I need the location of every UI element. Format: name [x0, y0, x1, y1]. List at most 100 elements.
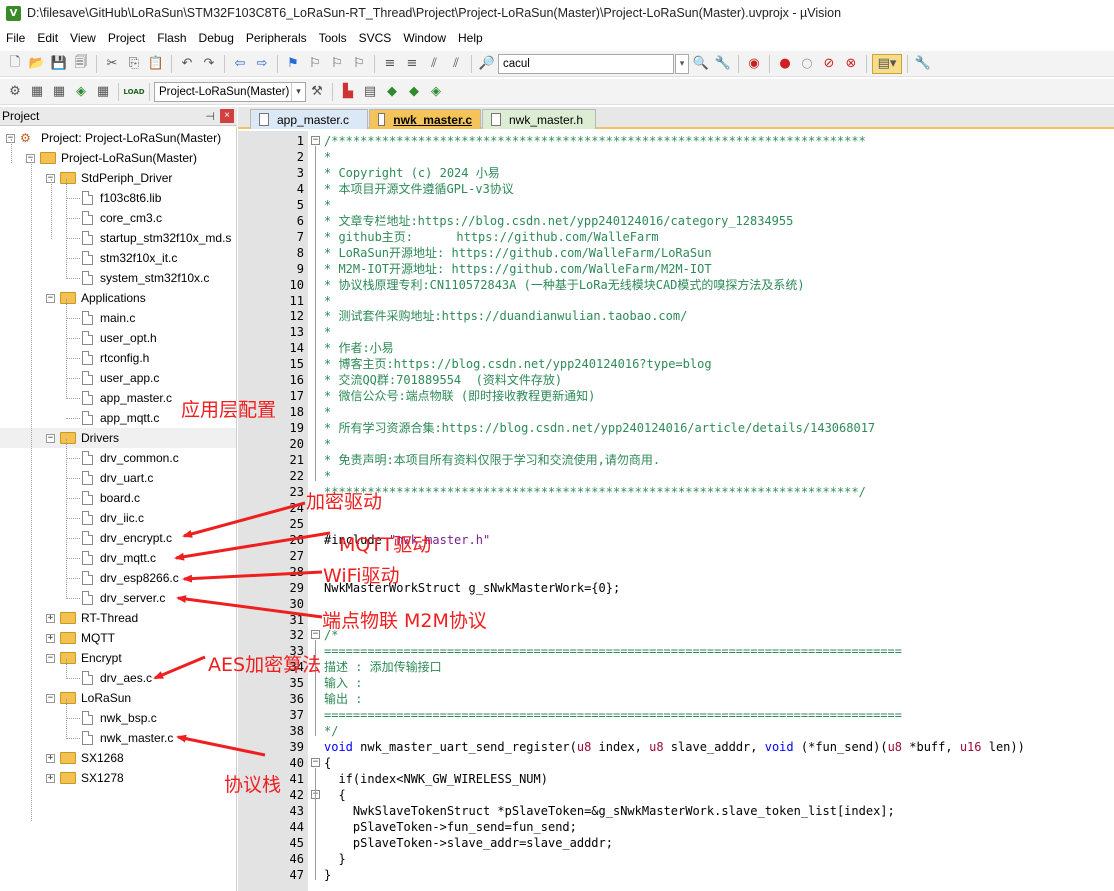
- code-line[interactable]: *: [324, 197, 331, 213]
- find-in-files-icon[interactable]: 🔎: [477, 54, 497, 74]
- expand-icon[interactable]: +: [46, 613, 55, 623]
- code-line[interactable]: void nwk_master_uart_send_register(u8 in…: [324, 739, 1025, 755]
- collapse-icon[interactable]: −: [46, 653, 55, 663]
- code-line[interactable]: * 本项目开源文件遵循GPL-v3协议: [324, 181, 514, 197]
- code-line[interactable]: 输入 :: [324, 675, 362, 691]
- code-line[interactable]: ========================================…: [324, 707, 902, 723]
- expand-icon[interactable]: +: [46, 633, 55, 643]
- comment-icon[interactable]: ⫽: [424, 54, 444, 74]
- tree-file-rtconfig-h[interactable]: rtconfig.h: [82, 348, 149, 368]
- tree-file-drv-esp8266-c[interactable]: drv_esp8266.c: [82, 568, 179, 588]
- code-line[interactable]: * 免责声明:本项目所有资料仅限于学习和交流使用,请勿商用.: [324, 452, 660, 468]
- menu-item-peripherals[interactable]: Peripherals: [240, 28, 313, 48]
- tree-file-nwk-bsp-c[interactable]: nwk_bsp.c: [82, 708, 157, 728]
- collapse-icon[interactable]: −: [46, 293, 55, 303]
- code-line[interactable]: * github主页: https://github.com/WalleFarm: [324, 229, 659, 245]
- code-line[interactable]: pSlaveToken->slave_addr=slave_adddr;: [324, 835, 613, 851]
- tree-node-encrypt[interactable]: − Encrypt: [46, 648, 122, 668]
- tree-file-drv-common-c[interactable]: drv_common.c: [82, 448, 179, 468]
- find-icon[interactable]: 🔍: [691, 54, 711, 74]
- tree-file-user-opt-h[interactable]: user_opt.h: [82, 328, 157, 348]
- fold-toggle-icon[interactable]: −: [311, 758, 320, 768]
- incremental-find-icon[interactable]: 🔧: [713, 54, 733, 74]
- new-file-icon[interactable]: 🗋: [5, 54, 25, 74]
- tree-node-rt-thread[interactable]: + RT-Thread: [46, 608, 138, 628]
- code-line[interactable]: if(index<NWK_GW_WIRELESS_NUM): [324, 771, 548, 787]
- enable-breakpoint-icon[interactable]: ○: [797, 54, 817, 74]
- bookmark-prev-icon[interactable]: ⚐: [305, 54, 325, 74]
- combo-dropdown-icon[interactable]: ▾: [675, 53, 689, 74]
- code-line[interactable]: * Copyright (c) 2024 小易: [324, 165, 500, 181]
- paste-icon[interactable]: 📋: [146, 54, 166, 74]
- menu-item-file[interactable]: File: [0, 28, 31, 48]
- undo-icon[interactable]: ↶: [177, 54, 197, 74]
- code-line[interactable]: *: [324, 293, 331, 309]
- code-line[interactable]: *: [324, 324, 331, 340]
- code-line[interactable]: * 作者:小易: [324, 340, 394, 356]
- uncomment-icon[interactable]: ⫽: [446, 54, 466, 74]
- translate-icon[interactable]: ⚙: [5, 82, 25, 102]
- code-line[interactable]: * 所有学习资源合集:https://blog.csdn.net/ypp2401…: [324, 420, 875, 436]
- configure-icon[interactable]: 🔧: [913, 54, 933, 74]
- tree-file-app-master-c[interactable]: app_master.c: [82, 388, 172, 408]
- code-line[interactable]: * 文章专栏地址:https://blog.csdn.net/ypp240124…: [324, 213, 793, 229]
- code-line[interactable]: 描述 : 添加传输接口: [324, 659, 442, 675]
- bookmark-toggle-icon[interactable]: ⚑: [283, 54, 303, 74]
- pack-installer-icon[interactable]: ◆: [404, 82, 424, 102]
- collapse-icon[interactable]: −: [46, 433, 55, 443]
- fold-toggle-icon[interactable]: −: [311, 136, 320, 145]
- select-packs-icon[interactable]: ◆: [382, 82, 402, 102]
- open-folder-icon[interactable]: 📂: [27, 54, 47, 74]
- pin-icon[interactable]: ⊣: [205, 110, 215, 123]
- build-icon[interactable]: ▦: [27, 82, 47, 102]
- tree-file-startup-stm32f10x-md-s[interactable]: startup_stm32f10x_md.s: [82, 228, 231, 248]
- code-line[interactable]: }: [324, 851, 345, 867]
- tree-node-project-project-lorasun-master[interactable]: − ⚙ Project: Project-LoRaSun(Master): [6, 128, 221, 148]
- redo-icon[interactable]: ↷: [199, 54, 219, 74]
- tree-file-app-mqtt-c[interactable]: app_mqtt.c: [82, 408, 159, 428]
- expand-icon[interactable]: +: [46, 773, 55, 783]
- code-line[interactable]: *: [324, 404, 331, 420]
- insert-breakpoint-icon[interactable]: ●: [775, 54, 795, 74]
- tree-node-project-lorasun-master[interactable]: − Project-LoRaSun(Master): [26, 148, 197, 168]
- tab-nwk-master-h[interactable]: nwk_master.h: [482, 109, 596, 129]
- rebuild-icon[interactable]: ▦: [49, 82, 69, 102]
- code-line[interactable]: * M2M-IOT开源地址: https://github.com/WalleF…: [324, 261, 712, 277]
- code-line[interactable]: *: [324, 436, 331, 452]
- menu-item-view[interactable]: View: [64, 28, 102, 48]
- tree-file-board-c[interactable]: board.c: [82, 488, 140, 508]
- debug-session-icon[interactable]: ◉: [744, 54, 764, 74]
- file-extensions-icon[interactable]: ▤: [360, 82, 380, 102]
- tree-file-drv-iic-c[interactable]: drv_iic.c: [82, 508, 144, 528]
- load-icon[interactable]: LOAD: [123, 82, 144, 102]
- code-line[interactable]: *: [324, 468, 331, 484]
- code-line[interactable]: * LoRaSun开源地址: https://github.com/WalleF…: [324, 245, 712, 261]
- find-combo[interactable]: cacul: [498, 53, 674, 74]
- tab-nwk-master-c[interactable]: nwk_master.c: [369, 109, 481, 129]
- save-all-icon[interactable]: 🗐: [71, 54, 91, 74]
- unindent-icon[interactable]: ≡: [402, 54, 422, 74]
- menu-item-debug[interactable]: Debug: [193, 28, 240, 48]
- manage-run-time-icon[interactable]: ◈: [426, 82, 446, 102]
- code-line[interactable]: * 交流QQ群:701889554 (资料文件存放): [324, 372, 562, 388]
- tree-file-drv-uart-c[interactable]: drv_uart.c: [82, 468, 153, 488]
- indent-icon[interactable]: ≡: [380, 54, 400, 74]
- collapse-icon[interactable]: −: [46, 693, 55, 703]
- copy-icon[interactable]: ⎘: [124, 54, 144, 74]
- fold-toggle-icon[interactable]: −: [311, 630, 320, 640]
- code-line[interactable]: NwkSlaveTokenStruct *pSlaveToken=&g_sNwk…: [324, 803, 895, 819]
- tree-file-system-stm32f10x-c[interactable]: system_stm32f10x.c: [82, 268, 209, 288]
- nav-forward-icon[interactable]: ⇨: [252, 54, 272, 74]
- tree-file-f103c8t6-lib[interactable]: f103c8t6.lib: [82, 188, 161, 208]
- tree-file-drv-server-c[interactable]: drv_server.c: [82, 588, 165, 608]
- kill-breakpoints-icon[interactable]: ⊗: [841, 54, 861, 74]
- close-icon[interactable]: ×: [220, 109, 234, 123]
- menu-item-project[interactable]: Project: [102, 28, 151, 48]
- menu-item-svcs[interactable]: SVCS: [353, 28, 398, 48]
- code-line[interactable]: * 博客主页:https://blog.csdn.net/ypp24012401…: [324, 356, 712, 372]
- tree-file-stm32f10x-it-c[interactable]: stm32f10x_it.c: [82, 248, 177, 268]
- tree-node-stdperiph-driver[interactable]: − StdPeriph_Driver: [46, 168, 172, 188]
- target-options-icon[interactable]: ⚒: [307, 82, 327, 102]
- target-combo[interactable]: Project-LoRaSun(Master) ▾: [154, 81, 306, 102]
- tree-file-drv-aes-c[interactable]: drv_aes.c: [82, 668, 152, 688]
